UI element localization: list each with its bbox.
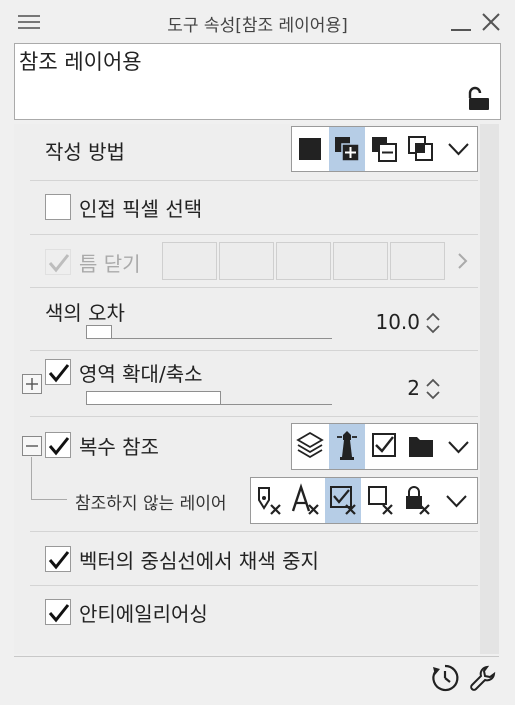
checkmark-icon [48, 254, 70, 273]
row-divider [30, 531, 478, 532]
selection-layer-x-icon [330, 486, 356, 515]
area-scaling-value[interactable]: 2 [350, 376, 420, 400]
multi-refer-checkbox[interactable] [45, 432, 71, 458]
close-gap-checkbox[interactable] [45, 249, 71, 275]
exclude-layer-dropdown[interactable] [436, 478, 477, 523]
gap-level-1[interactable] [162, 242, 217, 280]
scrollbar[interactable] [480, 124, 499, 654]
chevron-down-icon [446, 495, 467, 508]
spin-updown-icon[interactable] [425, 310, 441, 336]
selected-layers-button[interactable] [366, 424, 402, 469]
tool-name-text: 참조 레이어용 [19, 50, 142, 74]
tree-line [31, 499, 67, 500]
area-scaling-label: 영역 확대/축소 [79, 362, 203, 386]
row-divider [30, 180, 478, 181]
tree-line [31, 457, 32, 499]
subtract-selection-button[interactable] [366, 127, 402, 171]
layers-icon [296, 431, 324, 459]
create-method-dropdown[interactable] [440, 127, 477, 171]
color-tolerance-value[interactable]: 10.0 [350, 310, 420, 334]
adjacent-pixel-checkbox[interactable] [45, 194, 71, 220]
spin-updown-icon[interactable] [425, 376, 441, 402]
create-method-buttons [291, 126, 478, 172]
add-selection-icon [335, 137, 360, 162]
locked-layer-x-icon [406, 486, 430, 515]
checkbox-icon [372, 433, 396, 457]
exclude-layer-label: 참조하지 않는 레이어 [75, 494, 227, 514]
add-selection-button[interactable] [329, 127, 365, 171]
minus-icon [26, 445, 38, 447]
gap-level-3[interactable] [276, 242, 331, 280]
intersect-selection-button[interactable] [403, 127, 439, 171]
reference-layer-button[interactable] [329, 424, 365, 469]
checkmark-icon [48, 604, 70, 623]
exclude-selection-button[interactable] [325, 478, 361, 523]
window-title: 도구 속성[참조 레이어용] [167, 16, 348, 36]
title-bar: 도구 속성[참조 레이어용] [0, 0, 515, 42]
exclude-locked-button[interactable] [399, 478, 435, 523]
close-gap-levels [162, 242, 448, 280]
layer-folder-button[interactable] [403, 424, 439, 469]
chevron-down-icon [448, 143, 469, 156]
area-scaling-checkbox[interactable] [45, 359, 71, 385]
close-icon[interactable] [480, 11, 502, 33]
multi-refer-buttons [291, 423, 478, 470]
checkmark-icon [48, 551, 70, 570]
expand-icon[interactable] [22, 374, 42, 394]
fill-square-button[interactable] [292, 127, 328, 171]
vector-stop-label: 벡터의 중심선에서 채색 중지 [79, 549, 319, 573]
fill-square-icon [299, 138, 321, 160]
unlock-icon[interactable] [466, 86, 492, 112]
exclude-layer-buttons [250, 477, 478, 524]
gap-level-5[interactable] [390, 242, 445, 280]
adjacent-pixel-label: 인접 픽셀 선택 [79, 197, 203, 221]
gap-level-4[interactable] [333, 242, 388, 280]
create-method-label: 작성 방법 [45, 140, 125, 164]
draft-layer-x-icon [258, 487, 281, 515]
color-tolerance-label: 색의 오차 [45, 301, 125, 325]
color-tolerance-slider-fill [86, 325, 112, 339]
text-layer-x-icon [291, 483, 319, 515]
lighthouse-icon [337, 431, 357, 460]
row-divider [30, 416, 478, 417]
close-gap-label: 틈 닫기 [79, 252, 141, 276]
reset-timer-icon[interactable] [430, 663, 460, 693]
minimize-icon[interactable] [450, 12, 472, 32]
footer-bar [14, 656, 499, 701]
collapse-icon[interactable] [22, 436, 42, 456]
gap-level-2[interactable] [219, 242, 274, 280]
vector-stop-checkbox[interactable] [45, 546, 71, 572]
intersect-selection-icon [408, 136, 433, 161]
chevron-right-icon[interactable] [452, 250, 472, 272]
exclude-draft-button[interactable] [251, 478, 287, 523]
checkmark-icon [48, 437, 70, 456]
antialiasing-label: 안티에일리어싱 [79, 602, 208, 626]
exclude-paper-button[interactable] [362, 478, 398, 523]
subtract-selection-icon [372, 137, 397, 162]
multi-refer-dropdown[interactable] [440, 424, 477, 469]
row-divider [30, 350, 478, 351]
paper-layer-x-icon [368, 486, 393, 515]
folder-icon [409, 437, 433, 457]
exclude-text-button[interactable] [288, 478, 324, 523]
plus-icon [26, 378, 38, 390]
all-layers-button[interactable] [292, 424, 328, 469]
area-scaling-slider[interactable] [86, 404, 332, 405]
tool-name-field[interactable]: 참조 레이어용 [14, 43, 501, 120]
area-scaling-slider-fill [86, 391, 221, 405]
antialiasing-checkbox[interactable] [45, 599, 71, 625]
color-tolerance-slider[interactable] [86, 338, 332, 339]
row-divider [30, 287, 478, 288]
multi-refer-label: 복수 참조 [79, 435, 159, 459]
exclude-layer-label-clip: 참조하지 않는 레이어 [75, 489, 245, 515]
wrench-icon[interactable] [468, 663, 498, 693]
row-divider [30, 585, 478, 586]
chevron-down-icon [448, 441, 469, 454]
row-divider [30, 234, 478, 235]
checkmark-icon [48, 364, 70, 383]
